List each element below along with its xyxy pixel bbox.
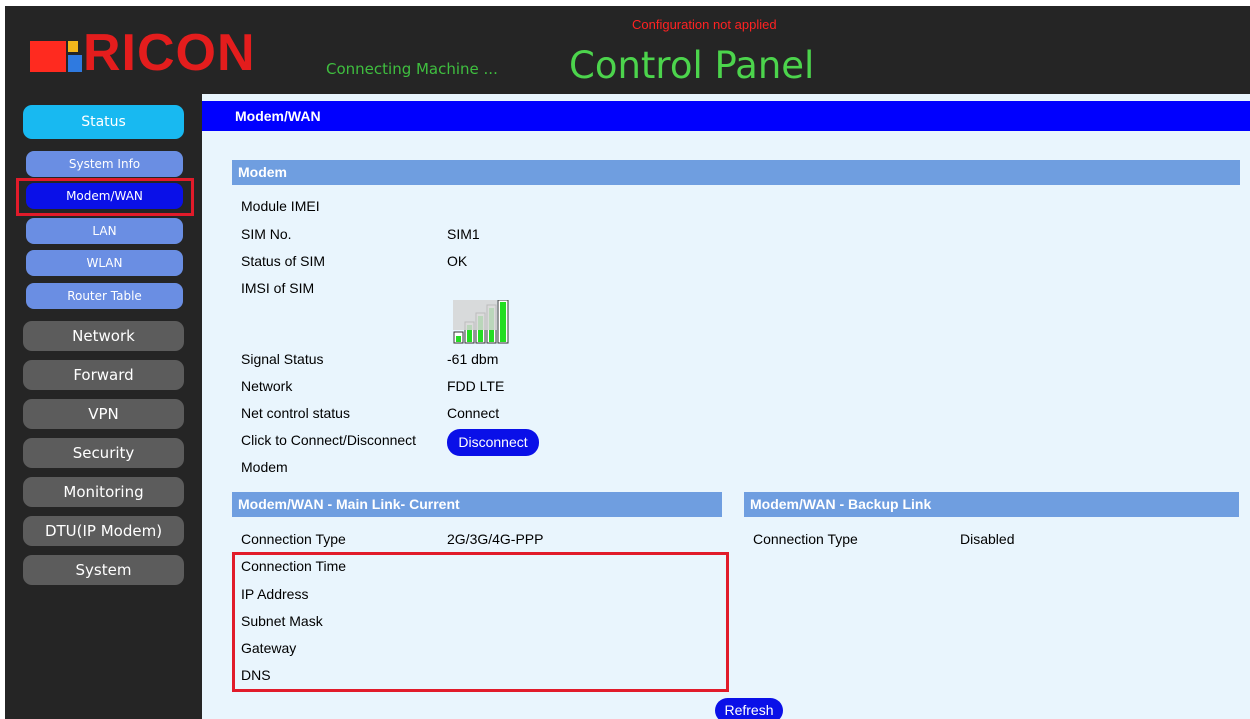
sidebar-item-lan[interactable]: LAN [26,218,183,244]
main-connection-type-label: Connection Type [241,531,346,547]
net-control-status-value: Connect [447,405,500,421]
refresh-button[interactable]: Refresh [715,698,783,719]
logo-blue-square [68,55,82,72]
sidebar-status-button[interactable]: Status [23,105,184,139]
backup-connection-type-label: Connection Type [753,531,858,547]
sidebar-item-router-table[interactable]: Router Table [26,283,183,309]
page-header-title: Control Panel [569,44,815,87]
ricon-logo: RICON [30,24,295,82]
sidebar-item-network[interactable]: Network [23,321,184,351]
modem-section-header: Modem [232,160,1240,185]
sim-status-label: Status of SIM [241,253,326,269]
connect-disconnect-label-line2: Modem [241,459,288,475]
header: Configuration not applied RICON Connecti… [5,6,1250,94]
sidebar-item-security[interactable]: Security [23,438,184,468]
page-title-bar: Modem/WAN [202,101,1250,131]
highlight-box-connection-details [232,552,729,692]
signal-strength-icon [453,300,511,344]
connect-disconnect-label: Click to Connect/Disconnect [241,432,417,448]
module-imei-label: Module IMEI [241,198,320,214]
main-content: Modem/WAN Modem Module IMEI SIM No. SIM1… [202,94,1250,719]
backup-link-section-header: Modem/WAN - Backup Link [744,492,1239,517]
imsi-label: IMSI of SIM [241,280,315,296]
sidebar-item-monitoring[interactable]: Monitoring [23,477,184,507]
signal-status-label: Signal Status [241,351,324,367]
sim-status-value: OK [447,253,468,269]
config-warning: Configuration not applied [632,17,777,32]
sidebar-item-dtu-ip-modem[interactable]: DTU(IP Modem) [23,516,184,546]
logo-red-square [30,41,66,72]
tagline: Connecting Machine ... [326,60,498,78]
sidebar-item-wlan[interactable]: WLAN [26,250,183,276]
logo-yellow-square [68,41,78,52]
sim-no-value: SIM1 [447,226,480,242]
sidebar-item-forward[interactable]: Forward [23,360,184,390]
highlight-box-sidebar [16,178,194,216]
backup-connection-type-value: Disabled [960,531,1015,547]
network-label: Network [241,378,293,394]
logo-text: RICON [83,24,256,82]
main-connection-type-value: 2G/3G/4G-PPP [447,531,544,547]
sidebar-item-system[interactable]: System [23,555,184,585]
main-link-section-header: Modem/WAN - Main Link- Current [232,492,722,517]
sim-no-label: SIM No. [241,226,292,242]
app-frame: Configuration not applied RICON Connecti… [5,6,1250,719]
disconnect-button[interactable]: Disconnect [447,429,539,456]
sidebar-item-vpn[interactable]: VPN [23,399,184,429]
sidebar: Status System Info Modem/WAN LAN WLAN Ro… [5,94,202,719]
net-control-status-label: Net control status [241,405,350,421]
network-value: FDD LTE [447,378,505,394]
signal-status-value: -61 dbm [447,351,499,367]
sidebar-item-system-info[interactable]: System Info [26,151,183,177]
